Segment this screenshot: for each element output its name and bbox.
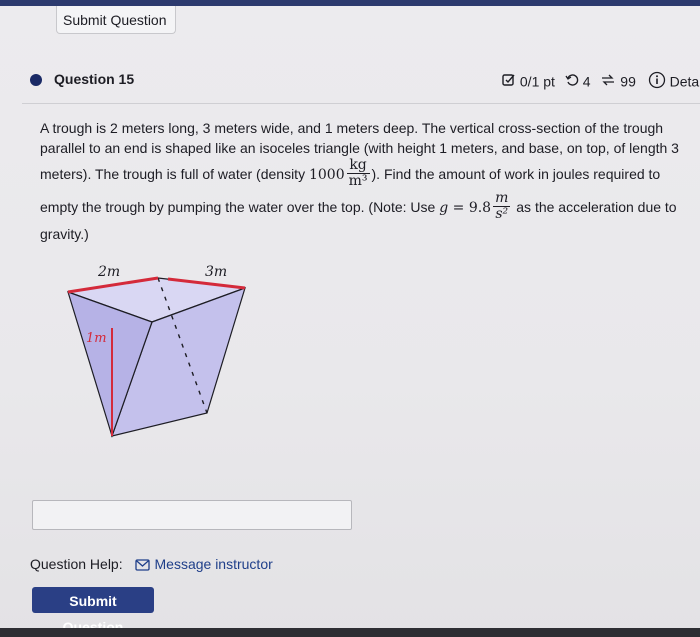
bottom-device-bezel [0,628,700,637]
g-fraction: m s² [493,190,511,222]
question-help-row: Question Help: Message instructor [30,556,273,572]
density-denominator: m³ [348,173,368,189]
density-fraction: kg m³ [346,158,370,189]
question-status-dot [30,74,42,86]
checkbox-edit-icon [502,73,516,90]
question-body: A trough is 2 meters long, 3 meters wide… [40,118,690,244]
top-submit-question-button[interactable]: Submit Question [56,6,176,34]
retries-count: 4 [582,73,591,90]
question-title: Question 15 [54,71,135,87]
question-line-4: empty the trough by pumping the water ov… [40,190,690,224]
mail-icon [134,559,150,571]
question-line-4-start: empty the trough by pumping the water ov… [40,199,440,216]
info-icon[interactable] [648,71,666,92]
g-value: = 9.8 [448,200,492,217]
density-value: 1000 [308,167,345,184]
trough-figure: 2m 3m 1m [60,258,270,448]
question-line-3-end: ). Find the amount of work in joules req… [371,166,661,183]
question-meta: 0/1 pt 4 99 Detai [502,71,700,92]
density-numerator: kg [346,158,370,174]
question-line-3: meters). The trough is full of water (de… [40,158,690,191]
question-line-5: gravity.) [40,226,89,242]
message-instructor-link[interactable]: Message instructor [134,556,273,572]
length-label: 2m [97,264,120,280]
g-denominator: s² [495,206,509,222]
question-header: Question 15 0/1 pt 4 99 Detai [30,68,700,94]
page: Submit Question Question 15 0/1 pt 4 99 … [0,0,700,637]
retry-icon [565,73,579,90]
question-help-label: Question Help: [30,556,123,572]
width-label: 3m [205,264,227,280]
question-line-3-start: meters). The trough is full of water (de… [40,166,309,183]
attempts-count: 99 [620,73,636,90]
score-text: 0/1 pt [519,73,555,90]
depth-label: 1m [86,331,107,346]
question-line-2: parallel to an end is shaped like an iso… [40,140,679,156]
question-line-4-end: as the acceleration due to [512,199,677,216]
answer-input[interactable] [32,500,352,530]
submit-question-button[interactable]: Submit Question [32,587,154,635]
attempts-icon [600,73,616,90]
question-line-1: A trough is 2 meters long, 3 meters wide… [40,120,664,136]
message-instructor-text: Message instructor [154,556,273,572]
g-numerator: m [493,190,511,207]
header-separator [22,103,700,104]
details-link[interactable]: Detai [670,74,700,90]
g-symbol: g [439,200,449,217]
